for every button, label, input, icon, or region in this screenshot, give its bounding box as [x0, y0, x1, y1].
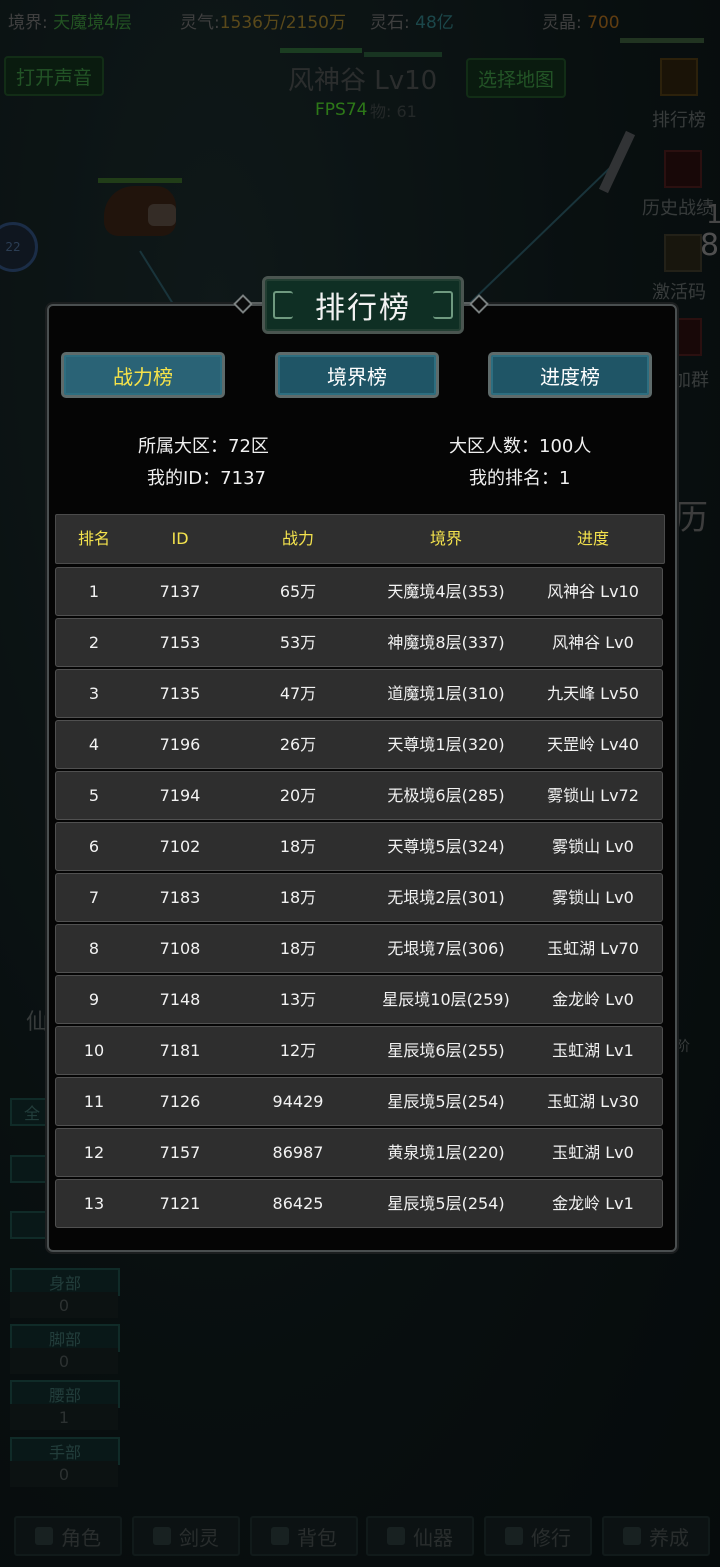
- modal-title: 排行榜: [315, 291, 411, 326]
- cell-progress: 金龙岭 Lv1: [552, 1194, 634, 1213]
- cell-rank: 9: [88, 990, 100, 1009]
- ranking-list[interactable]: 1 7137 65万 天魔境4层(353) 风神谷 Lv10 2 7153 53万 神魔境8层(…: [55, 567, 663, 1237]
- table-row[interactable]: 7 7183 18万 无垠境2层(301) 雾锁山 Lv0: [55, 873, 663, 922]
- cell-rank: 6: [88, 837, 100, 856]
- cell-realm: 无极境6层(285): [387, 786, 505, 805]
- my-id-info: 我的ID：7137: [147, 468, 266, 489]
- cell-id: 7157: [159, 1143, 201, 1162]
- cell-power: 94429: [272, 1092, 324, 1111]
- table-row[interactable]: 10 7181 12万 星辰境6层(255) 玉虹湖 Lv1: [55, 1026, 663, 1075]
- cell-progress: 风神谷 Lv10: [547, 582, 639, 601]
- cell-power: 65万: [279, 582, 317, 601]
- cell-progress: 风神谷 Lv0: [552, 633, 634, 652]
- cell-realm: 星辰境5层(254): [387, 1194, 505, 1213]
- table-row[interactable]: 4 7196 26万 天尊境1层(320) 天罡岭 Lv40: [55, 720, 663, 769]
- column-header-rank: 排名: [77, 529, 110, 548]
- cell-realm: 天魔境4层(353): [387, 582, 505, 601]
- table-row[interactable]: 11 7126 94429 星辰境5层(254) 玉虹湖 Lv30: [55, 1077, 663, 1126]
- cell-power: 26万: [279, 735, 317, 754]
- cell-progress: 玉虹湖 Lv0: [552, 1143, 634, 1162]
- table-row[interactable]: 1 7137 65万 天魔境4层(353) 风神谷 Lv10: [55, 567, 663, 616]
- cell-progress: 九天峰 Lv50: [547, 684, 639, 703]
- cell-progress: 雾锁山 Lv72: [547, 786, 639, 805]
- cell-id: 7153: [159, 633, 201, 652]
- table-row[interactable]: 8 7108 18万 无垠境7层(306) 玉虹湖 Lv70: [55, 924, 663, 973]
- cell-id: 7196: [159, 735, 201, 754]
- cell-progress: 金龙岭 Lv0: [552, 990, 634, 1009]
- cell-power: 53万: [279, 633, 317, 652]
- cell-rank: 5: [88, 786, 100, 805]
- cell-rank: 2: [88, 633, 100, 652]
- table-row[interactable]: 5 7194 20万 无极境6层(285) 雾锁山 Lv72: [55, 771, 663, 820]
- cell-rank: 4: [88, 735, 100, 754]
- cell-rank: 7: [88, 888, 100, 907]
- cell-realm: 无垠境7层(306): [387, 939, 505, 958]
- cell-realm: 无垠境2层(301): [387, 888, 505, 907]
- cell-rank: 8: [88, 939, 100, 958]
- cell-progress: 玉虹湖 Lv70: [547, 939, 639, 958]
- cell-id: 7108: [159, 939, 201, 958]
- cell-progress: 雾锁山 Lv0: [552, 888, 634, 907]
- population-info: 大区人数：100人: [449, 436, 592, 457]
- my-rank-info: 我的排名：1: [469, 468, 571, 489]
- table-header: 排名 ID 战力 境界 进度: [55, 514, 665, 564]
- cell-power: 86425: [272, 1194, 324, 1213]
- cell-power: 18万: [279, 939, 317, 958]
- table-row[interactable]: 2 7153 53万 神魔境8层(337) 风神谷 Lv0: [55, 618, 663, 667]
- cell-realm: 星辰境10层(259): [382, 990, 510, 1009]
- cell-power: 13万: [279, 990, 317, 1009]
- cell-realm: 星辰境6层(255): [387, 1041, 505, 1060]
- cell-power: 20万: [279, 786, 317, 805]
- cell-rank: 13: [83, 1194, 105, 1213]
- cell-realm: 天尊境1层(320): [387, 735, 505, 754]
- table-row[interactable]: 12 7157 86987 黄泉境1层(220) 玉虹湖 Lv0: [55, 1128, 663, 1177]
- column-header-power: 战力: [281, 529, 314, 548]
- cell-id: 7194: [159, 786, 201, 805]
- cell-realm: 黄泉境1层(220): [387, 1143, 505, 1162]
- cell-rank: 12: [83, 1143, 105, 1162]
- cell-id: 7148: [159, 990, 201, 1009]
- table-row[interactable]: 3 7135 47万 道魔境1层(310) 九天峰 Lv50: [55, 669, 663, 718]
- column-header-realm: 境界: [429, 529, 462, 548]
- table-row[interactable]: 6 7102 18万 天尊境5层(324) 雾锁山 Lv0: [55, 822, 663, 871]
- modal-title-plate: 排行榜: [262, 276, 464, 334]
- cell-id: 7102: [159, 837, 201, 856]
- scroll-ornament-icon: [433, 291, 453, 319]
- tab-realm-ranking[interactable]: 境界榜: [275, 352, 439, 398]
- cell-progress: 玉虹湖 Lv30: [547, 1092, 639, 1111]
- cell-id: 7126: [159, 1092, 201, 1111]
- cell-power: 47万: [279, 684, 317, 703]
- cell-power: 18万: [279, 888, 317, 907]
- cell-realm: 道魔境1层(310): [387, 684, 505, 703]
- cell-id: 7181: [159, 1041, 201, 1060]
- cell-rank: 1: [88, 582, 100, 601]
- cell-progress: 天罡岭 Lv40: [547, 735, 639, 754]
- cell-rank: 11: [83, 1092, 105, 1111]
- cell-realm: 天尊境5层(324): [387, 837, 505, 856]
- table-row[interactable]: 13 7121 86425 星辰境5层(254) 金龙岭 Lv1: [55, 1179, 663, 1228]
- cell-progress: 玉虹湖 Lv1: [552, 1041, 634, 1060]
- table-row[interactable]: 9 7148 13万 星辰境10层(259) 金龙岭 Lv0: [55, 975, 663, 1024]
- cell-realm: 神魔境8层(337): [387, 633, 505, 652]
- column-header-id: ID: [171, 529, 189, 548]
- cell-progress: 雾锁山 Lv0: [552, 837, 634, 856]
- cell-power: 12万: [279, 1041, 317, 1060]
- cell-id: 7137: [159, 582, 201, 601]
- scroll-ornament-icon: [273, 291, 293, 319]
- tab-progress-ranking[interactable]: 进度榜: [488, 352, 652, 398]
- cell-rank: 10: [83, 1041, 105, 1060]
- cell-id: 7135: [159, 684, 201, 703]
- column-header-progress: 进度: [576, 529, 609, 548]
- cell-power: 18万: [279, 837, 317, 856]
- region-info: 所属大区：72区: [138, 436, 269, 457]
- cell-power: 86987: [272, 1143, 324, 1162]
- tab-power-ranking[interactable]: 战力榜: [61, 352, 225, 398]
- cell-realm: 星辰境5层(254): [387, 1092, 505, 1111]
- cell-id: 7183: [159, 888, 201, 907]
- cell-rank: 3: [88, 684, 100, 703]
- cell-id: 7121: [159, 1194, 201, 1213]
